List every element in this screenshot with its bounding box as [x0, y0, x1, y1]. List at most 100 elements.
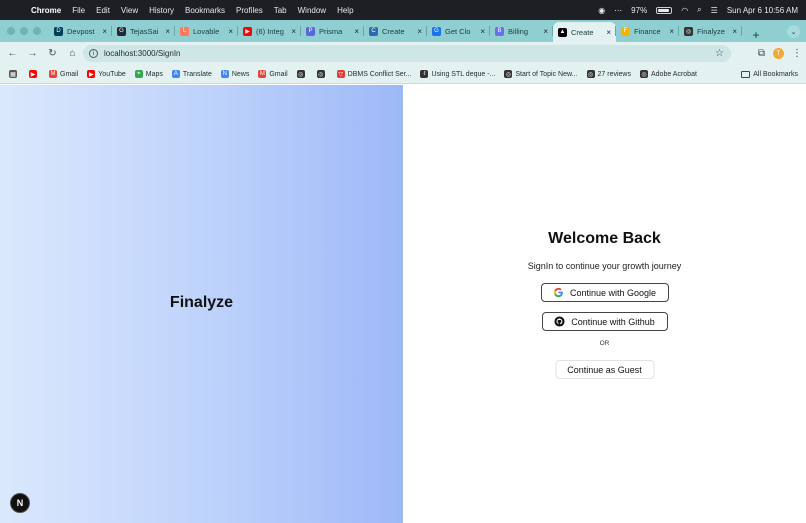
site-info-icon[interactable]: i [89, 49, 98, 58]
tab-close-icon[interactable]: × [606, 28, 611, 37]
tab-close-icon[interactable]: × [228, 27, 233, 36]
close-window-button[interactable] [7, 27, 15, 35]
browser-menu-kebab-icon[interactable]: ⋮ [792, 48, 802, 59]
bookmark-item[interactable]: ◎ Start of Topic New... [504, 70, 578, 78]
tab-close-icon[interactable]: × [165, 27, 170, 36]
tab-search-chevron-icon[interactable]: ⌄ [787, 25, 800, 38]
brand-panel: Finalyze [0, 85, 403, 523]
bookmark-favicon-icon: ◎ [639, 70, 648, 78]
menubar-status-area: ◉ ⋯ 97% ◠ ⌕ ☰ Sun Apr 6 10:56 AM [598, 0, 798, 20]
bookmark-item[interactable]: N News [220, 70, 249, 78]
menu-history[interactable]: History [149, 6, 174, 15]
wifi-icon[interactable]: ◠ [681, 6, 688, 15]
control-center-icon[interactable]: ☰ [711, 6, 718, 15]
continue-with-google-button[interactable]: Continue with Google [540, 283, 669, 302]
browser-tab[interactable]: F Finance × [616, 22, 679, 40]
bookmark-favicon-icon: ▶ [87, 70, 96, 78]
browser-tab[interactable]: D Devpost × [49, 22, 112, 40]
address-bar-url[interactable]: localhost:3000/SignIn [104, 49, 181, 58]
tab-favicon-icon: G [117, 26, 126, 36]
bookmark-label: Maps [145, 70, 163, 78]
bookmark-favicon-icon: ℓ [420, 70, 429, 78]
bookmark-item[interactable]: ℓ Using STL deque -... [420, 70, 495, 78]
nextjs-dev-badge[interactable]: N [10, 493, 30, 513]
bookmark-item[interactable]: ▶ YouTube [87, 70, 126, 78]
menu-help[interactable]: Help [337, 6, 353, 15]
bookmark-item[interactable]: ◎ [316, 70, 328, 78]
browser-tab[interactable]: P Prisma × [301, 22, 364, 40]
continue-with-github-button[interactable]: Continue with Github [541, 312, 668, 331]
dots-icon[interactable]: ⋯ [614, 6, 622, 15]
tab-title: Billing [508, 26, 529, 36]
menu-profiles[interactable]: Profiles [236, 6, 263, 15]
tab-close-icon[interactable]: × [480, 27, 485, 36]
bookmark-favicon-icon: ▶ [29, 70, 37, 78]
browser-tab[interactable]: ◎ Finalyze × [679, 22, 742, 40]
tab-favicon-icon: ◎ [684, 26, 693, 36]
screen-record-icon[interactable]: ◉ [598, 6, 605, 15]
macos-menu-bar: Chrome File Edit View History Bookmarks … [0, 0, 806, 20]
tab-title: Finalyze [697, 26, 725, 36]
tab-close-icon[interactable]: × [291, 27, 296, 36]
extensions-puzzle-icon[interactable]: ⧉ [758, 48, 765, 59]
minimize-window-button[interactable] [20, 27, 28, 35]
menu-window[interactable]: Window [298, 6, 326, 15]
menu-view[interactable]: View [121, 6, 138, 15]
browser-tab[interactable]: G TejasSai × [112, 22, 175, 40]
address-bar[interactable]: i localhost:3000/SignIn ☆ [83, 45, 731, 62]
bookmark-label: Adobe Acrobat [650, 70, 697, 78]
tab-close-icon[interactable]: × [669, 27, 674, 36]
bookmark-favicon-icon: ◎ [316, 70, 325, 78]
bookmark-item[interactable]: ▦ [9, 70, 20, 78]
back-arrow-icon[interactable]: ← [3, 44, 22, 63]
menu-bookmarks[interactable]: Bookmarks [185, 6, 225, 15]
browser-tab[interactable]: ▲ Create × [553, 22, 616, 42]
tab-close-icon[interactable]: × [102, 27, 107, 36]
browser-tab[interactable]: ▶ (6) Integ × [238, 22, 301, 40]
browser-tab[interactable]: G Get Clo × [427, 22, 490, 40]
bookmark-item[interactable]: A Translate [171, 70, 212, 78]
continue-as-guest-button[interactable]: Continue as Guest [555, 360, 654, 379]
tab-close-icon[interactable]: × [543, 27, 548, 36]
bookmark-item[interactable]: ◎ 27 reviews [586, 70, 631, 78]
menubar-clock[interactable]: Sun Apr 6 10:56 AM [727, 6, 798, 15]
bookmark-item[interactable]: ◎ [296, 70, 308, 78]
bookmark-item[interactable]: M Gmail [49, 70, 78, 78]
bookmark-item[interactable]: ▽ DBMS Conflict Ser... [336, 70, 411, 78]
new-tab-button[interactable]: + [748, 28, 764, 42]
browser-tab[interactable]: C Create × [364, 22, 427, 40]
tab-title: (6) Integ [256, 26, 284, 36]
bookmark-item[interactable]: ⌖ Maps [134, 70, 163, 78]
all-bookmarks-label: All Bookmarks [753, 71, 798, 78]
bookmark-favicon-icon: ◎ [296, 70, 305, 78]
tab-close-icon[interactable]: × [732, 27, 737, 36]
all-bookmarks-button[interactable]: All Bookmarks [741, 65, 798, 84]
page-subtitle: SignIn to continue your growth journey [527, 261, 682, 271]
bookmark-item[interactable]: M Gmail [258, 70, 288, 78]
bookmark-favicon-icon: ▽ [336, 70, 345, 78]
reload-icon[interactable]: ↻ [43, 44, 62, 63]
battery-percent: 97% [631, 5, 648, 15]
tab-close-icon[interactable]: × [354, 27, 359, 36]
folder-icon [741, 71, 751, 78]
tab-title: Create [382, 26, 405, 36]
profile-avatar[interactable]: T [773, 48, 784, 59]
zoom-window-button[interactable] [33, 27, 41, 35]
bookmark-item[interactable]: ▶ [29, 70, 40, 78]
forward-arrow-icon[interactable]: → [23, 44, 42, 63]
toolbar-right-actions: ⧉ T ⋮ [758, 45, 802, 62]
menu-edit[interactable]: Edit [96, 6, 110, 15]
bookmark-item[interactable]: ◎ Adobe Acrobat [639, 70, 697, 78]
browser-tab[interactable]: L Lovable × [175, 22, 238, 40]
tab-close-icon[interactable]: × [417, 27, 422, 36]
bookmark-star-icon[interactable]: ☆ [715, 48, 724, 59]
menu-app-name[interactable]: Chrome [31, 6, 61, 15]
menu-file[interactable]: File [72, 6, 85, 15]
spotlight-search-icon[interactable]: ⌕ [697, 5, 701, 15]
tab-favicon-icon: ▶ [243, 26, 252, 36]
browser-tab[interactable]: B Billing × [490, 22, 553, 40]
or-divider: OR [599, 340, 610, 347]
battery-icon[interactable] [656, 6, 673, 14]
home-icon[interactable]: ⌂ [63, 44, 82, 63]
menu-tab[interactable]: Tab [274, 6, 287, 15]
